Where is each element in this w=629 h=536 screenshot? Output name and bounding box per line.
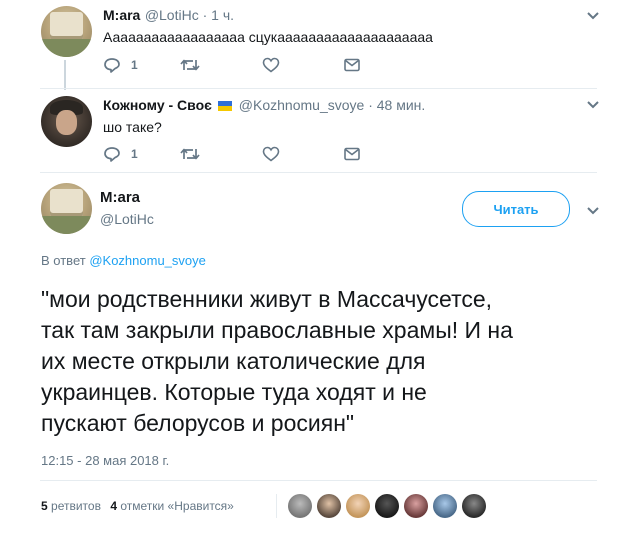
- retweets-stat[interactable]: 5 ретвитов: [41, 499, 104, 513]
- reply-context: В ответ @Kozhnomu_svoye: [41, 253, 206, 268]
- liker-avatar[interactable]: [433, 494, 457, 518]
- tweet-text: шо таке?: [103, 119, 162, 135]
- tweet-text-line: так там закрыли православные храмы! И на: [41, 317, 513, 343]
- tweet-time[interactable]: · 1 ч.: [199, 7, 234, 23]
- author-name[interactable]: M:ara: [100, 189, 140, 206]
- tweet-time[interactable]: · 48 мин.: [364, 97, 425, 113]
- reply-button[interactable]: 1: [103, 146, 138, 162]
- avatar[interactable]: [41, 183, 92, 234]
- reply-prefix: В ответ: [41, 253, 86, 268]
- tweet-stats: 5 ретвитов 4 отметки «Нравится»: [41, 499, 234, 513]
- stats-separator: [276, 494, 277, 518]
- tweet-text: Аааааааааааааааааа сцукааааааааааааааааа…: [103, 29, 433, 45]
- retweet-button[interactable]: [180, 146, 200, 162]
- retweets-count: 5: [41, 499, 48, 513]
- chevron-down-icon[interactable]: [586, 8, 600, 26]
- tweet-timestamp[interactable]: 12:15 - 28 мая 2018 г.: [41, 453, 169, 468]
- chevron-down-icon[interactable]: [586, 203, 600, 221]
- tweet-header: M:ara @LotiHc · 1 ч.: [103, 7, 234, 25]
- liker-avatar[interactable]: [346, 494, 370, 518]
- author-handle[interactable]: @Kozhnomu_svoye: [239, 97, 365, 113]
- liker-avatar[interactable]: [317, 494, 341, 518]
- like-icon: [262, 146, 280, 162]
- author-name[interactable]: M:ara: [103, 7, 140, 23]
- main-tweet-text: "мои родственники живут в Массачусетсе, …: [41, 284, 513, 439]
- liker-avatar[interactable]: [404, 494, 428, 518]
- tweet-header: Кожному - Своє @Kozhnomu_svoye · 48 мин.: [103, 97, 425, 115]
- like-icon: [262, 57, 280, 73]
- chevron-down-icon[interactable]: [586, 97, 600, 115]
- reply-icon: [103, 57, 121, 73]
- thread-line: [64, 60, 66, 90]
- follow-button[interactable]: Читать: [462, 191, 570, 227]
- reply-to-link[interactable]: @Kozhnomu_svoye: [89, 253, 206, 268]
- divider: [40, 480, 597, 481]
- tweet-text-line: пускают белорусов и росиян": [41, 410, 355, 436]
- retweet-button[interactable]: [180, 57, 200, 73]
- liker-avatar[interactable]: [462, 494, 486, 518]
- tweet-text-line: их месте открыли католические для: [41, 348, 426, 374]
- dm-button[interactable]: [343, 146, 361, 162]
- likes-count: 4: [110, 499, 117, 513]
- tweet-text-line: "мои родственники живут в Массачусетсе,: [41, 286, 493, 312]
- like-button[interactable]: [262, 146, 280, 162]
- reply-count: 1: [131, 147, 138, 161]
- author-name[interactable]: Кожному - Своє: [103, 97, 212, 113]
- reply-button[interactable]: 1: [103, 57, 138, 73]
- divider: [40, 88, 597, 89]
- dm-icon: [343, 57, 361, 73]
- reply-count: 1: [131, 58, 138, 72]
- dm-button[interactable]: [343, 57, 361, 73]
- like-button[interactable]: [262, 57, 280, 73]
- reply-icon: [103, 146, 121, 162]
- tweet-text-line: украинцев. Которые туда ходят и не: [41, 379, 427, 405]
- liker-avatar[interactable]: [375, 494, 399, 518]
- likes-stat[interactable]: 4 отметки «Нравится»: [110, 499, 234, 513]
- retweet-icon: [180, 57, 200, 73]
- avatar[interactable]: [41, 96, 92, 147]
- ukraine-flag-icon: [218, 100, 233, 111]
- author-handle[interactable]: @LotiHc: [145, 7, 199, 23]
- liker-avatar[interactable]: [288, 494, 312, 518]
- dm-icon: [343, 146, 361, 162]
- retweets-label: ретвитов: [51, 499, 101, 513]
- retweet-icon: [180, 146, 200, 162]
- avatar[interactable]: [41, 6, 92, 57]
- divider: [40, 172, 597, 173]
- author-handle[interactable]: @LotiHc: [100, 211, 154, 227]
- likes-label: отметки «Нравится»: [120, 499, 234, 513]
